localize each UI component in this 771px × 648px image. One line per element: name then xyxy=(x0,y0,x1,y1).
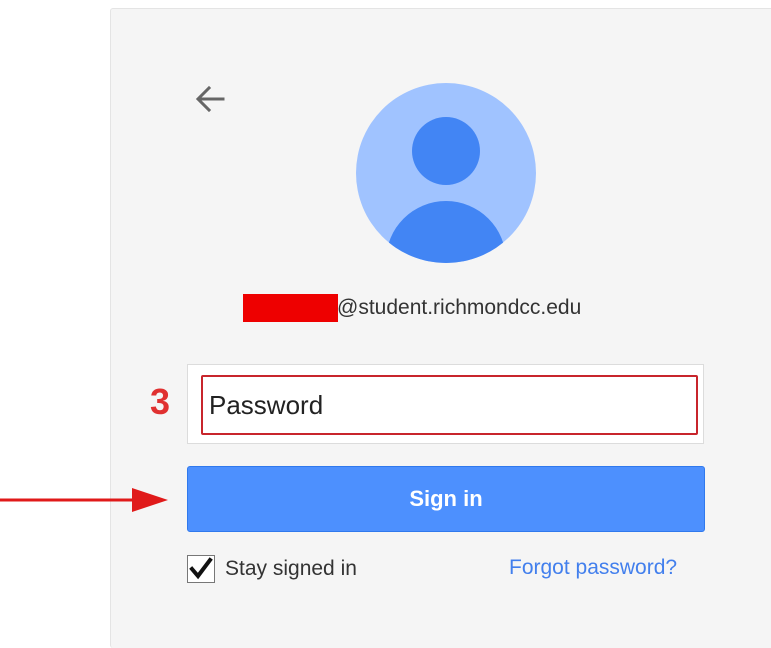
account-email: @student.richmondcc.edu xyxy=(0,292,771,326)
avatar-icon xyxy=(356,83,536,263)
stay-signed-in-label: Stay signed in xyxy=(225,557,357,580)
annotation-arrow-icon xyxy=(0,482,175,518)
stay-signed-in-checkbox[interactable] xyxy=(187,555,215,583)
forgot-password-link[interactable]: Forgot password? xyxy=(509,553,677,583)
redacted-username-bar xyxy=(243,294,338,322)
email-domain-text: @student.richmondcc.edu xyxy=(337,296,582,319)
page: @student.richmondcc.edu 3 Sign in Stay s… xyxy=(0,0,771,648)
check-icon xyxy=(189,557,213,580)
sign-in-button[interactable]: Sign in xyxy=(187,466,705,532)
avatar-head-shape xyxy=(412,117,480,185)
back-arrow-icon[interactable] xyxy=(193,84,227,114)
password-input[interactable] xyxy=(201,375,698,435)
avatar-body-shape xyxy=(386,201,506,263)
step-number-annotation: 3 xyxy=(150,381,171,422)
